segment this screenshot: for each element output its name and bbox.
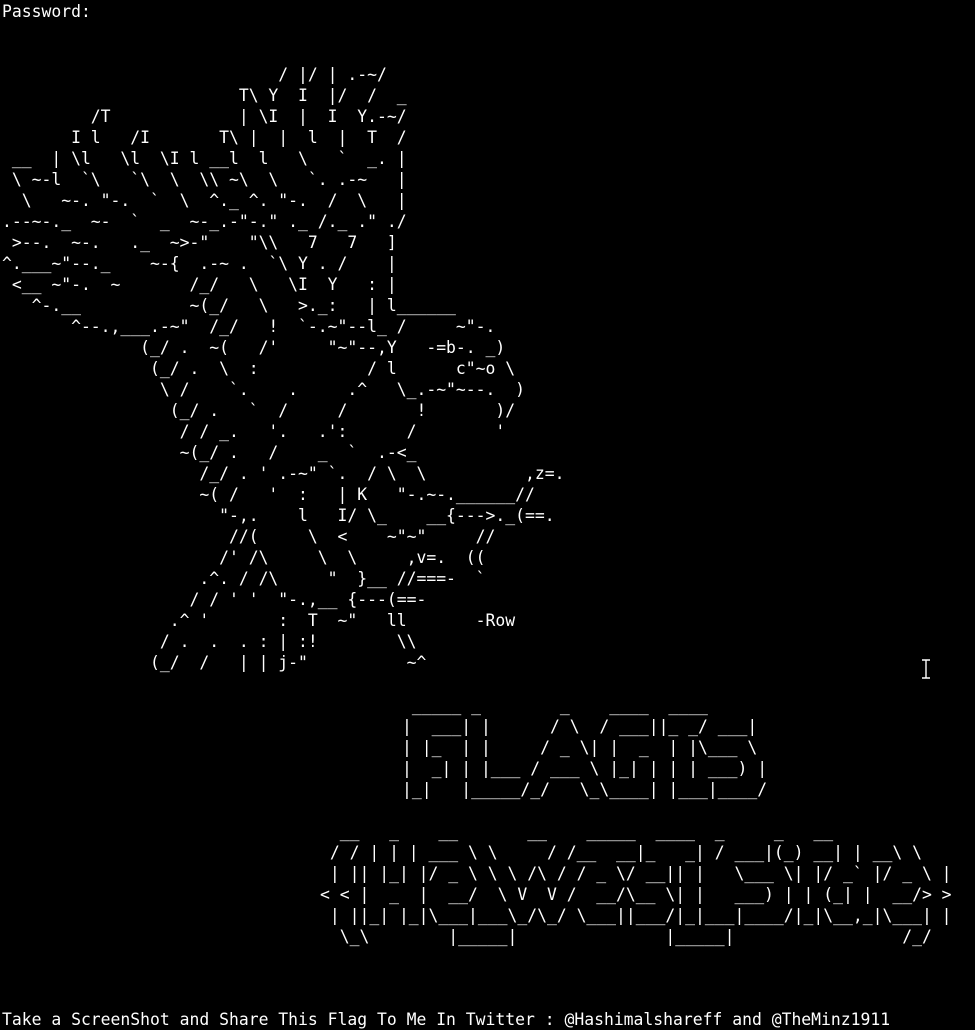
flags-ascii-banner: _____ _ _ ____ ____ | ___| | / \ / ___||… [402, 696, 768, 799]
welcome-ascii-banner: __ _ __ __ _____ ____ _ _ __ / / | | | _… [320, 822, 952, 946]
terminal-window[interactable]: Password: / |/ | .-~/ T\ Y I |/ / _ /T |… [0, 0, 975, 1030]
footer-message: Take a ScreenShot and Share This Flag To… [2, 1010, 891, 1029]
eagle-ascii-art: / |/ | .-~/ T\ Y I |/ / _ /T | \I | I Y.… [2, 65, 565, 672]
password-prompt: Password: [2, 2, 91, 21]
text-cursor-icon [922, 658, 930, 680]
